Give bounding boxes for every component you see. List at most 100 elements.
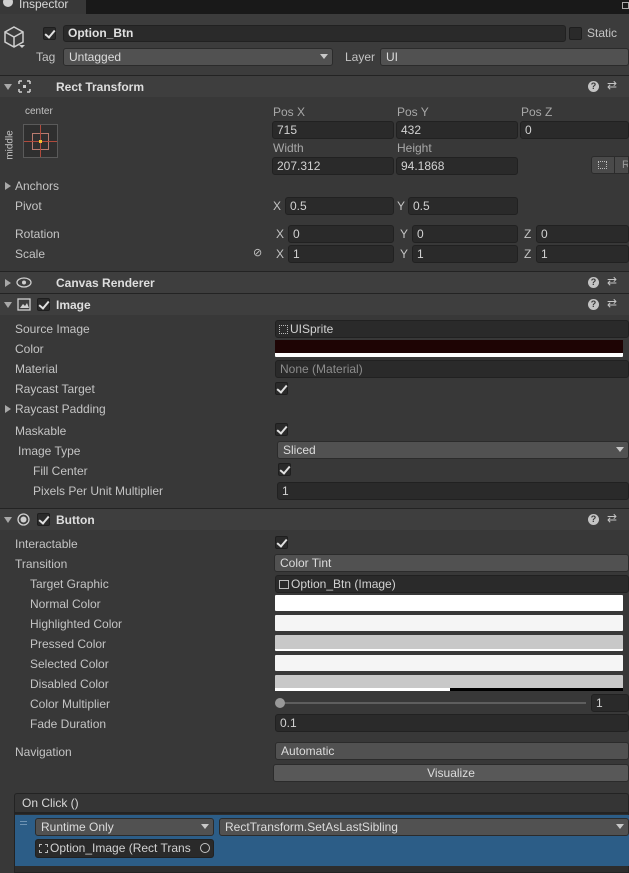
fade-duration-field[interactable]: 0.1 <box>275 714 629 732</box>
raycast-padding-label[interactable]: Raycast Padding <box>15 402 106 416</box>
width-label: Width <box>273 141 304 155</box>
image-title: Image <box>56 298 91 312</box>
transition-dropdown[interactable]: Color Tint <box>274 554 629 572</box>
canvas-renderer-header[interactable]: Canvas Renderer ? ⇄ <box>0 271 629 293</box>
pivot-y-field[interactable]: 0.5 <box>408 197 518 215</box>
disabled-color-label: Disabled Color <box>30 677 109 691</box>
image-header[interactable]: Image ? ⇄ <box>0 293 629 315</box>
width-field[interactable]: 207.312 <box>272 157 394 175</box>
normal-color-swatch[interactable] <box>275 595 623 611</box>
layer-value: UI <box>386 50 398 64</box>
navigation-dropdown[interactable]: Automatic <box>275 742 629 760</box>
anchor-h-label: center <box>25 106 53 117</box>
tag-value: Untagged <box>69 50 122 64</box>
target-object-field[interactable]: Option_Image (Rect Trans <box>35 839 214 858</box>
image-icon <box>279 580 289 589</box>
rotation-label: Rotation <box>15 227 60 241</box>
image-type-dropdown[interactable]: Sliced <box>277 441 629 459</box>
image-icon <box>17 298 31 311</box>
selected-color-label: Selected Color <box>30 657 109 671</box>
pos-x-field[interactable]: 715 <box>272 121 394 139</box>
raycast-target-checkbox[interactable] <box>275 382 288 395</box>
settings-sliders-icon[interactable]: ⇄ <box>607 78 617 92</box>
pos-y-field[interactable]: 432 <box>396 121 518 139</box>
settings-sliders-icon[interactable]: ⇄ <box>607 296 617 310</box>
scale-y-field[interactable]: 1 <box>412 245 518 263</box>
settings-sliders-icon[interactable]: ⇄ <box>607 274 617 288</box>
sprite-icon <box>279 325 288 334</box>
object-name-field[interactable]: Option_Btn <box>63 25 566 42</box>
maskable-label: Maskable <box>15 424 67 438</box>
highlighted-color-swatch[interactable] <box>275 615 623 631</box>
object-picker-icon[interactable] <box>200 843 210 853</box>
foldout-arrow-icon[interactable] <box>5 279 11 287</box>
color-multiplier-slider-track[interactable] <box>280 702 586 704</box>
interactable-checkbox[interactable] <box>275 536 288 549</box>
rot-z-field[interactable]: 0 <box>536 225 629 243</box>
raycast-padding-foldout-icon[interactable] <box>5 405 11 413</box>
blueprint-mode-button[interactable] <box>591 156 615 174</box>
runtime-value: Runtime Only <box>41 820 114 834</box>
help-icon[interactable]: ? <box>588 81 599 92</box>
rot-y-field[interactable]: 0 <box>412 225 518 243</box>
active-checkbox[interactable] <box>43 27 56 40</box>
pivot-x-axis: X <box>273 199 282 213</box>
layer-dropdown[interactable]: UI <box>380 48 629 66</box>
unlink-icon[interactable]: ⊘ <box>253 246 262 259</box>
anchors-foldout-icon[interactable] <box>5 182 11 190</box>
static-checkbox[interactable] <box>569 27 582 40</box>
target-graphic-field[interactable]: Option_Btn (Image) <box>275 575 629 593</box>
color-multiplier-slider-handle[interactable] <box>275 698 285 708</box>
anchors-label[interactable]: Anchors <box>15 179 59 193</box>
color-field[interactable] <box>275 340 623 357</box>
maskable-checkbox[interactable] <box>275 423 288 436</box>
on-click-label: On Click () <box>22 796 79 810</box>
height-field[interactable]: 94.1868 <box>396 157 518 175</box>
fade-duration-label: Fade Duration <box>30 717 107 731</box>
selected-color-swatch[interactable] <box>275 655 623 671</box>
button-enabled-checkbox[interactable] <box>37 513 50 526</box>
highlighted-color-label: Highlighted Color <box>30 617 123 631</box>
material-field[interactable]: None (Material) <box>275 360 629 378</box>
window-control-icon[interactable] <box>622 2 629 9</box>
anchor-preset-button[interactable] <box>23 124 58 158</box>
pos-z-field[interactable]: 0 <box>520 121 629 139</box>
pivot-y-axis: Y <box>397 199 406 213</box>
settings-sliders-icon[interactable]: ⇄ <box>607 511 617 525</box>
help-icon[interactable]: ? <box>588 299 599 310</box>
help-icon[interactable]: ? <box>588 514 599 525</box>
pressed-color-swatch[interactable] <box>275 635 623 651</box>
rect-transform-header[interactable]: Rect Transform ? ⇄ <box>0 75 629 97</box>
visualize-button[interactable]: Visualize <box>273 764 629 782</box>
rot-x-field[interactable]: 0 <box>288 225 394 243</box>
foldout-arrow-icon[interactable] <box>4 517 12 523</box>
color-multiplier-field[interactable]: 1 <box>591 694 629 712</box>
runtime-dropdown[interactable]: Runtime Only <box>35 818 214 836</box>
height-label: Height <box>397 141 432 155</box>
drag-handle-icon[interactable] <box>20 821 27 825</box>
source-image-label: Source Image <box>15 322 90 336</box>
disabled-color-swatch[interactable] <box>275 675 623 691</box>
canvas-renderer-title: Canvas Renderer <box>56 276 155 290</box>
normal-color-label: Normal Color <box>30 597 101 611</box>
scale-y-axis: Y <box>400 247 409 261</box>
scale-x-field[interactable]: 1 <box>288 245 394 263</box>
foldout-arrow-icon[interactable] <box>4 84 12 90</box>
source-image-field[interactable]: UISprite <box>275 320 629 338</box>
ppu-field[interactable]: 1 <box>277 482 629 500</box>
pivot-x-field[interactable]: 0.5 <box>285 197 394 215</box>
tab-inspector[interactable]: Inspector <box>0 0 86 14</box>
help-icon[interactable]: ? <box>588 277 599 288</box>
fill-center-checkbox[interactable] <box>278 463 291 476</box>
raw-edit-button[interactable]: R <box>615 156 629 174</box>
cube-icon <box>4 26 25 48</box>
function-dropdown[interactable]: RectTransform.SetAsLastSibling <box>219 818 629 836</box>
rot-x-axis: X <box>276 227 285 241</box>
interactable-label: Interactable <box>15 537 78 551</box>
button-header[interactable]: Button ? ⇄ <box>0 508 629 530</box>
image-enabled-checkbox[interactable] <box>37 298 50 311</box>
dotted-rect-icon <box>598 161 607 169</box>
foldout-arrow-icon[interactable] <box>4 302 12 308</box>
scale-z-field[interactable]: 1 <box>536 245 629 263</box>
tag-dropdown[interactable]: Untagged <box>63 48 333 66</box>
